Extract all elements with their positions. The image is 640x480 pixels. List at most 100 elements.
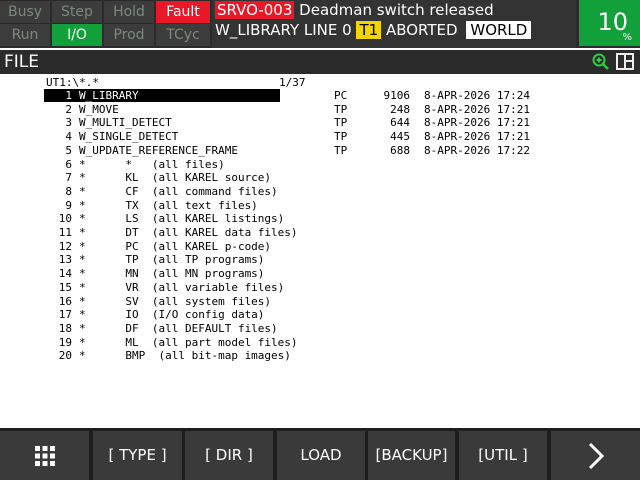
file-row-number: 13 xyxy=(58,253,72,267)
alarm-line: SRVO-003 Deadman switch released xyxy=(215,1,494,19)
file-row-number: 1 xyxy=(65,89,72,102)
file-row-size: 445 xyxy=(390,130,410,144)
file-row[interactable]: 6 * * (all files) xyxy=(44,157,225,171)
file-row-date: 8-APR-2026 17:24 xyxy=(424,89,530,102)
listing-path: UT1:\*.* xyxy=(46,76,99,89)
file-row-name: W_MULTI_DETECT xyxy=(79,116,172,130)
file-row-number: 15 xyxy=(58,280,72,294)
file-row[interactable]: 7 * KL (all KAREL source) xyxy=(44,171,271,184)
program-name: W_LIBRARY LINE 0 xyxy=(215,21,352,39)
file-row-number: 4 xyxy=(65,130,72,144)
alarm-panel[interactable]: SRVO-003 Deadman switch released W_LIBRA… xyxy=(212,0,576,48)
file-row[interactable]: 17 * IO (I/O config data) xyxy=(44,308,265,322)
file-row-name: * DT (all KAREL data files) xyxy=(79,226,298,239)
file-row[interactable]: 14 * MN (all MN programs) xyxy=(44,267,265,281)
file-row-number: 7 xyxy=(65,171,72,185)
file-row-name: * * (all files) xyxy=(79,157,225,171)
file-row[interactable]: 16 * SV (all system files) xyxy=(44,295,271,308)
file-row-number: 5 xyxy=(65,143,72,157)
file-row-name: W_MOVE xyxy=(79,102,119,116)
file-row[interactable]: 11 * DT (all KAREL data files) xyxy=(44,226,298,239)
file-row-number: 12 xyxy=(58,239,72,253)
status-hold: Hold xyxy=(104,1,154,23)
status-run: Run xyxy=(0,24,50,46)
file-row[interactable]: 10 * LS (all KAREL listings) xyxy=(44,212,285,226)
zoom-in-icon[interactable] xyxy=(592,53,609,70)
file-row[interactable]: 20 * BMP (all bit-map images) xyxy=(44,349,291,362)
file-row[interactable]: 4 W_SINGLE_DETECT TP 445 8-APR-2026 17:21 xyxy=(44,130,530,144)
file-row-number: 14 xyxy=(58,267,72,281)
file-listing: UT1:\*.* 1/37 1 W_LIBRARY PC 9106 8-APR-2026… xyxy=(0,74,640,428)
file-row-name: * SV (all system files) xyxy=(79,294,272,308)
file-row[interactable]: 3 W_MULTI_DETECT TP 644 8-APR-2026 17:21 xyxy=(44,116,530,130)
program-state: ABORTED xyxy=(385,21,458,39)
file-row-name: * ML (all part model files) xyxy=(79,335,298,349)
file-row[interactable]: 9 * TX (all text files) xyxy=(44,198,258,212)
file-row-type: TP xyxy=(334,116,348,130)
file-row-size: 248 xyxy=(390,102,410,116)
program-status-line: W_LIBRARY LINE 0 T1 ABORTED WORLD xyxy=(215,21,532,39)
file-row-name: * PC (all KAREL p-code) xyxy=(79,239,272,253)
file-row-date: 8-APR-2026 17:21 xyxy=(424,102,530,116)
status-fault: Fault xyxy=(156,1,210,23)
file-row[interactable]: 19 * ML (all part model files) xyxy=(44,336,298,349)
file-row-number: 16 xyxy=(58,294,72,308)
file-row-number: 18 xyxy=(58,321,72,335)
fkey-type[interactable]: [ TYPE ] xyxy=(93,431,182,480)
override-panel[interactable]: 10 % xyxy=(579,0,640,46)
file-row[interactable]: 5 W_UPDATE_REFERENCE_FRAME TP 688 8-APR-2026… xyxy=(44,143,530,157)
file-row-name: * MN (all MN programs) xyxy=(79,267,265,281)
mode-badge: T1 xyxy=(356,21,382,39)
file-row-number: 8 xyxy=(65,184,72,198)
file-row-name: * IO (I/O config data) xyxy=(79,308,265,322)
status-step: Step xyxy=(52,1,102,23)
file-row-date: 8-APR-2026 17:22 xyxy=(424,143,530,157)
status-prod: Prod xyxy=(104,24,154,46)
file-row[interactable]: 12 * PC (all KAREL p-code) xyxy=(44,240,271,253)
screen-title: FILE xyxy=(4,52,40,72)
next-page-button[interactable] xyxy=(551,431,640,480)
menu-button[interactable] xyxy=(0,431,89,480)
file-row-name: * VR (all variable files) xyxy=(79,280,285,294)
fkey-backup[interactable]: [BACKUP] xyxy=(368,431,455,480)
chevron-right-icon xyxy=(588,442,604,469)
file-row-type: TP xyxy=(334,130,348,144)
file-row-type: PC xyxy=(334,89,348,102)
screen-title-bar: FILE xyxy=(0,50,640,74)
file-row-type: TP xyxy=(334,102,348,116)
alarm-code: SRVO-003 xyxy=(215,1,295,19)
file-row-number: 11 xyxy=(58,226,72,239)
file-row-date: 8-APR-2026 17:21 xyxy=(424,130,530,144)
status-tcyc: TCyc xyxy=(156,24,210,46)
alarm-message: Deadman switch released xyxy=(299,1,494,19)
file-row-type: TP xyxy=(334,143,348,157)
file-row-name: * CF (all command files) xyxy=(79,184,278,198)
fkey-load[interactable]: LOAD xyxy=(277,431,365,480)
coord-frame-badge: WORLD xyxy=(466,21,532,39)
file-row[interactable]: 13 * TP (all TP programs) xyxy=(44,253,265,267)
status-busy: Busy xyxy=(0,1,50,23)
fkey-util[interactable]: [UTIL ] xyxy=(459,431,547,480)
file-row-size: 688 xyxy=(390,143,410,157)
file-row-date: 8-APR-2026 17:21 xyxy=(424,116,530,130)
status-bar: Busy Step Hold Fault Run I/O Prod TCyc S… xyxy=(0,0,640,48)
file-row[interactable]: 18 * DF (all DEFAULT files) xyxy=(44,322,278,335)
file-row[interactable]: 15 * VR (all variable files) xyxy=(44,280,285,294)
file-row-number: 17 xyxy=(58,308,72,322)
file-row-name: * LS (all KAREL listings) xyxy=(79,212,285,226)
file-row-name: * TX (all text files) xyxy=(79,198,258,212)
file-row-number: 3 xyxy=(65,116,72,130)
override-unit: % xyxy=(622,32,632,43)
split-window-icon[interactable] xyxy=(616,53,634,70)
file-row-number: 20 xyxy=(58,349,72,363)
listing-page: 1/37 xyxy=(279,76,306,89)
file-row[interactable]: 2 W_MOVE TP 248 8-APR-2026 17:21 xyxy=(44,102,530,116)
grid-icon xyxy=(34,445,55,466)
file-row[interactable]: 8 * CF (all command files) xyxy=(44,184,278,198)
file-row-number: 10 xyxy=(58,212,72,226)
file-row-name: * TP (all TP programs) xyxy=(79,253,265,267)
file-row-size: 644 xyxy=(390,116,410,130)
file-row-number: 9 xyxy=(65,198,72,212)
file-row-selected[interactable]: 1 W_LIBRARY PC 9106 8-APR-2026 17:24 xyxy=(44,89,530,102)
fkey-dir[interactable]: [ DIR ] xyxy=(185,431,273,480)
